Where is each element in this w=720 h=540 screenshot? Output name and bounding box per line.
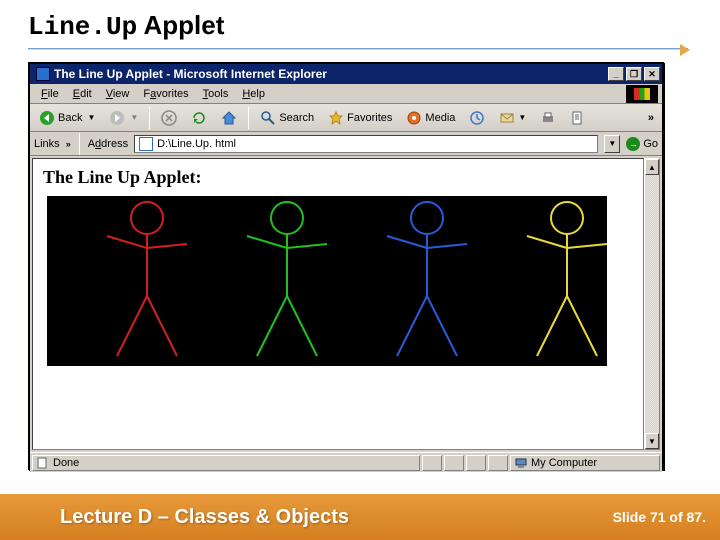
address-input[interactable]: D:\Line.Up. html (134, 135, 598, 153)
zone-text: My Computer (531, 457, 597, 469)
search-button[interactable]: Search (255, 108, 319, 128)
refresh-icon (191, 110, 207, 126)
back-label: Back (58, 112, 82, 124)
refresh-button[interactable] (186, 108, 212, 128)
home-icon (221, 110, 237, 126)
back-icon (39, 110, 55, 126)
menu-edit[interactable]: Edit (66, 86, 99, 102)
slide-title: Line.Up Applet (0, 0, 720, 46)
page-content: The Line Up Applet: (32, 158, 644, 450)
address-bar: Links » Address D:\Line.Up. html ▼ → Go (30, 132, 662, 156)
forward-icon (109, 110, 125, 126)
statusbar: Done My Computer (30, 452, 662, 472)
slide-footer: Lecture D – Classes & Objects Slide 71 o… (0, 494, 720, 540)
print-icon (540, 110, 556, 126)
lecture-label: Lecture D – Classes & Objects (0, 506, 349, 529)
history-button[interactable] (464, 108, 490, 128)
home-button[interactable] (216, 108, 242, 128)
toolbar-overflow[interactable]: » (648, 112, 658, 124)
print-button[interactable] (535, 108, 561, 128)
go-button[interactable]: → Go (626, 137, 658, 151)
stick-figure (497, 196, 637, 360)
media-label: Media (425, 112, 455, 124)
close-button[interactable]: ✕ (644, 67, 660, 81)
stick-figure (217, 196, 357, 360)
edit-button[interactable] (565, 108, 591, 128)
stick-figure (77, 196, 217, 360)
separator (79, 133, 80, 155)
status-text: Done (53, 457, 79, 469)
go-label: Go (643, 138, 658, 150)
mail-button[interactable]: ▼ (494, 108, 531, 128)
ie-icon (36, 67, 50, 81)
media-button[interactable]: Media (401, 108, 460, 128)
stop-button[interactable] (156, 108, 182, 128)
menu-tools[interactable]: Tools (196, 86, 236, 102)
status-panel (422, 455, 442, 471)
links-overflow[interactable]: » (66, 139, 71, 149)
search-label: Search (279, 112, 314, 124)
favorites-button[interactable]: Favorites (323, 108, 397, 128)
vertical-scrollbar[interactable]: ▲ ▼ (644, 158, 660, 450)
status-panel (444, 455, 464, 471)
back-button[interactable]: Back ▼ (34, 108, 100, 128)
separator (149, 107, 150, 129)
forward-button[interactable]: ▼ (104, 108, 143, 128)
content-area: The Line Up Applet: ▲ ▼ (30, 156, 662, 452)
chevron-down-icon: ▼ (518, 113, 526, 122)
slide-number: Slide 71 of 87. (613, 509, 720, 525)
mail-icon (499, 110, 515, 126)
document-icon (37, 457, 49, 469)
menu-help[interactable]: Help (235, 86, 272, 102)
separator (248, 107, 249, 129)
minimize-button[interactable]: _ (608, 67, 624, 81)
history-icon (469, 110, 485, 126)
throbber-icon (626, 85, 658, 103)
address-label: Address (88, 138, 128, 150)
menubar: File Edit View Favorites Tools Help (30, 84, 662, 104)
favorites-label: Favorites (347, 112, 392, 124)
media-icon (406, 110, 422, 126)
stick-figure (357, 196, 497, 360)
page-icon (139, 137, 153, 151)
titlebar: The Line Up Applet - Microsoft Internet … (30, 64, 662, 84)
chevron-down-icon: ▼ (130, 113, 138, 122)
edit-icon (570, 110, 586, 126)
browser-window: The Line Up Applet - Microsoft Internet … (28, 62, 664, 470)
title-arrow-icon (680, 44, 690, 56)
maximize-button[interactable]: ❐ (626, 67, 642, 81)
title-rule (28, 48, 688, 50)
status-panel (488, 455, 508, 471)
applet-canvas (47, 196, 607, 366)
favorites-icon (328, 110, 344, 126)
scroll-up-button[interactable]: ▲ (645, 159, 659, 175)
stop-icon (161, 110, 177, 126)
horizontal-rule (47, 380, 627, 381)
go-icon: → (626, 137, 640, 151)
chevron-down-icon: ▼ (87, 113, 95, 122)
status-panel-left: Done (32, 455, 420, 471)
address-value: D:\Line.Up. html (157, 138, 236, 150)
menu-favorites[interactable]: Favorites (136, 86, 195, 102)
search-icon (260, 110, 276, 126)
menu-file[interactable]: File (34, 86, 66, 102)
slide-title-rest: Applet (137, 10, 224, 40)
slide-title-code: Line.Up (28, 12, 137, 42)
page-heading: The Line Up Applet: (43, 167, 635, 188)
scroll-track[interactable] (645, 175, 659, 433)
links-label[interactable]: Links (34, 138, 60, 150)
address-dropdown[interactable]: ▼ (604, 135, 620, 153)
scroll-down-button[interactable]: ▼ (645, 433, 659, 449)
computer-icon (515, 457, 527, 469)
window-title: The Line Up Applet - Microsoft Internet … (54, 67, 606, 81)
status-zone: My Computer (510, 455, 660, 471)
menu-view[interactable]: View (99, 86, 137, 102)
toolbar: Back ▼ ▼ Search Favorites Media (30, 104, 662, 132)
status-panel (466, 455, 486, 471)
